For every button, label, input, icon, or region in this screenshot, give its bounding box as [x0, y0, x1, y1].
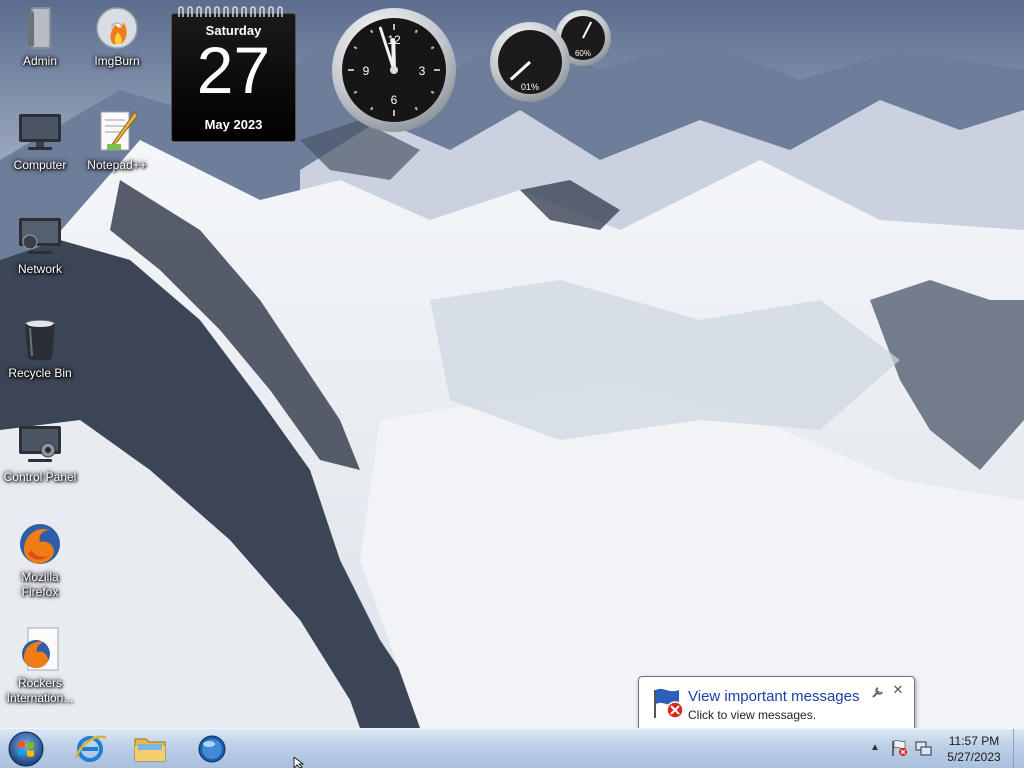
desktop-icon-recycle-bin[interactable]: Recycle Bin [0, 316, 80, 381]
desktop-icon-label: Mozilla Firefox [21, 570, 59, 599]
clock-tick [353, 90, 358, 94]
desktop-icon-label: Network [17, 262, 62, 276]
calendar-month-year: May 2023 [204, 117, 263, 132]
desktop-icon-control-panel[interactable]: Control Panel [0, 420, 80, 485]
notepadpp-icon [100, 111, 138, 151]
memory-percent-label: 60% [575, 49, 591, 58]
user-folder-icon [28, 7, 51, 49]
clock-tick [414, 29, 418, 34]
desktop-icon-label: Rockers Internation... [6, 676, 74, 705]
clock-tick [370, 29, 374, 34]
action-center-tray-icon[interactable] [890, 739, 908, 757]
notification-body: Click to view messages. [688, 708, 817, 722]
internet-explorer-icon [74, 735, 107, 762]
clock-tick [414, 106, 418, 111]
start-button[interactable] [3, 730, 49, 768]
desktop-icon-label: Notepad++ [87, 158, 147, 172]
firefox-shortcut-icon [22, 627, 59, 671]
desktop-icon-notepadpp[interactable]: Notepad++ [77, 108, 157, 173]
network-tray-icon[interactable] [914, 739, 932, 757]
desktop-icon-firefox[interactable]: Mozilla Firefox [0, 520, 80, 600]
close-icon[interactable]: ✕ [891, 683, 905, 697]
show-desktop-button[interactable] [1013, 729, 1024, 768]
desktop-icon-label: Recycle Bin [8, 366, 72, 380]
show-hidden-icons-chevron-icon[interactable]: ▲ [869, 741, 881, 755]
desktop-icon-imgburn[interactable]: ImgBurn [77, 4, 157, 69]
taskbar-media-player[interactable] [186, 730, 238, 768]
desktop-icon-admin[interactable]: Admin [0, 4, 80, 69]
imgburn-icon [96, 7, 138, 49]
desktop-icon-rockers-shortcut[interactable]: Rockers Internation... [0, 626, 80, 706]
taskbar-windows-explorer[interactable] [124, 730, 176, 768]
cpu-percent-label: 01% [521, 82, 539, 92]
notification-balloon[interactable]: View important messages Click to view me… [638, 676, 915, 728]
notification-title[interactable]: View important messages [688, 688, 859, 705]
clock-tick [353, 46, 358, 50]
taskbar-internet-explorer[interactable] [64, 730, 116, 768]
calendar-day-number: 27 [196, 33, 271, 107]
desktop-icon-computer[interactable]: Computer [0, 108, 80, 173]
firefox-icon [20, 524, 60, 564]
control-panel-icon [19, 426, 61, 462]
folder-icon [134, 738, 166, 762]
network-icon [19, 218, 61, 254]
wrench-icon[interactable] [871, 685, 885, 699]
cpu-meter-gadget[interactable]: 60% 01% [488, 8, 618, 108]
clock-tick [430, 46, 435, 50]
clock-tick [430, 90, 435, 94]
media-player-icon [198, 735, 226, 763]
desktop[interactable]: Admin ImgBurn Computer Notepad++ Network… [0, 0, 1024, 728]
desktop-icon-label: Computer [13, 158, 67, 172]
desktop-icon-label: Control Panel [3, 470, 77, 484]
clock-tick [370, 106, 374, 111]
recycle-bin-icon [24, 319, 56, 361]
clock-numeral-3: 3 [419, 64, 426, 78]
taskbar-time: 11:57 PM [948, 734, 1000, 748]
desktop-icon-network[interactable]: Network [0, 212, 80, 277]
computer-icon [19, 114, 61, 150]
calendar-gadget[interactable]: Saturday 27 May 2023 [171, 5, 296, 142]
desktop-icon-label: Admin [22, 54, 57, 68]
clock-numeral-9: 9 [363, 64, 370, 78]
taskbar-clock[interactable]: 11:57 PM 5/27/2023 [938, 733, 1010, 765]
action-center-flag-icon [654, 688, 684, 719]
clock-gadget[interactable]: 12 3 6 9 [330, 6, 458, 134]
calendar-rings [178, 6, 283, 17]
clock-numeral-6: 6 [391, 93, 398, 107]
mouse-pointer-icon [293, 757, 305, 768]
taskbar-date: 5/27/2023 [947, 750, 1001, 764]
desktop-icon-label: ImgBurn [94, 54, 140, 68]
taskbar: ▲ 11:57 PM 5/27/2023 [0, 728, 1024, 768]
